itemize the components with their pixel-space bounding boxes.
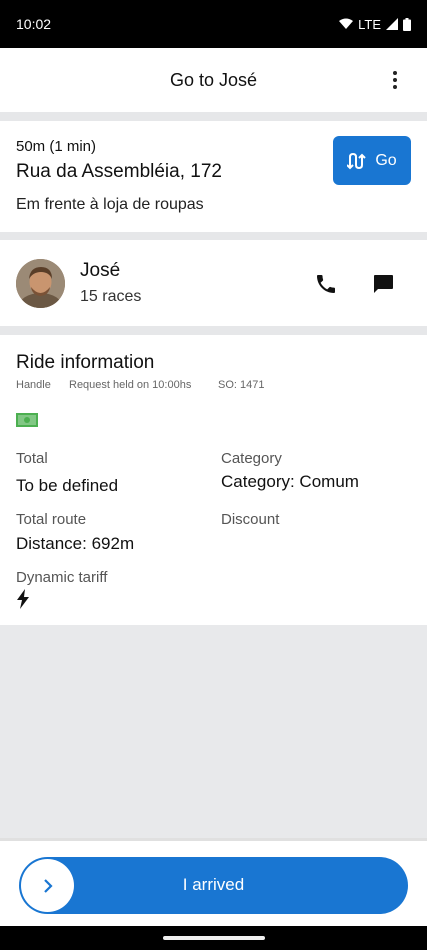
total-route-label: Total route xyxy=(16,511,87,528)
driver-races: 15 races xyxy=(80,288,142,305)
destination-eta: 50m (1 min) xyxy=(16,138,97,155)
go-label: Go xyxy=(375,151,397,169)
ride-information-card: Ride information Handle Request held on … xyxy=(0,335,427,625)
page-title: Go to José xyxy=(169,69,258,90)
driver-card: José 15 races xyxy=(0,240,427,326)
category-label: Category xyxy=(221,450,282,467)
more-vert-icon xyxy=(393,71,397,89)
request-time: Request held on 10:00hs xyxy=(69,379,192,391)
destination-reference: Em frente à loja de roupas xyxy=(16,196,204,213)
system-nav-bar xyxy=(0,926,427,950)
section-title: Ride information xyxy=(16,352,155,373)
total-label: Total xyxy=(16,450,48,467)
dynamic-tariff-label: Dynamic tariff xyxy=(16,569,108,586)
divider xyxy=(0,112,427,121)
bolt-icon xyxy=(17,589,29,609)
discount-label: Discount xyxy=(221,511,280,528)
phone-icon xyxy=(317,275,335,293)
battery-icon xyxy=(403,17,411,31)
message-icon xyxy=(374,275,393,293)
divider xyxy=(0,326,427,335)
status-bar: 10:02 LTE xyxy=(0,0,427,48)
destination-street: Rua da Assembléia, 172 xyxy=(16,161,222,182)
bottom-action-bar: I arrived xyxy=(0,838,427,926)
status-icons: LTE xyxy=(339,17,411,32)
total-route-value: Distance: 692m xyxy=(16,534,135,553)
avatar-image xyxy=(16,259,65,308)
home-indicator[interactable] xyxy=(163,936,265,940)
service-order: SO: 1471 xyxy=(218,379,265,391)
app-bar: Go to José xyxy=(0,48,427,112)
go-button[interactable]: Go xyxy=(333,136,411,185)
call-button[interactable] xyxy=(314,272,338,296)
arrived-label: I arrived xyxy=(182,875,245,894)
chat-button[interactable] xyxy=(371,272,395,296)
status-time: 10:02 xyxy=(16,16,52,32)
category-value: Category: Comum xyxy=(221,472,359,491)
avatar xyxy=(16,259,65,308)
route-icon xyxy=(347,152,367,169)
divider xyxy=(0,232,427,240)
more-options-button[interactable] xyxy=(383,68,407,92)
network-label: LTE xyxy=(358,16,381,32)
wifi-icon xyxy=(339,18,354,29)
empty-area xyxy=(0,625,427,838)
driver-name: José xyxy=(80,260,121,281)
arrived-slider[interactable]: I arrived xyxy=(19,857,408,914)
destination-card: 50m (1 min) Rua da Assembléia, 172 Em fr… xyxy=(0,121,427,232)
signal-icon xyxy=(386,18,398,30)
handle-label: Handle xyxy=(16,379,51,391)
cash-icon xyxy=(16,413,38,427)
total-value: To be defined xyxy=(16,476,119,495)
